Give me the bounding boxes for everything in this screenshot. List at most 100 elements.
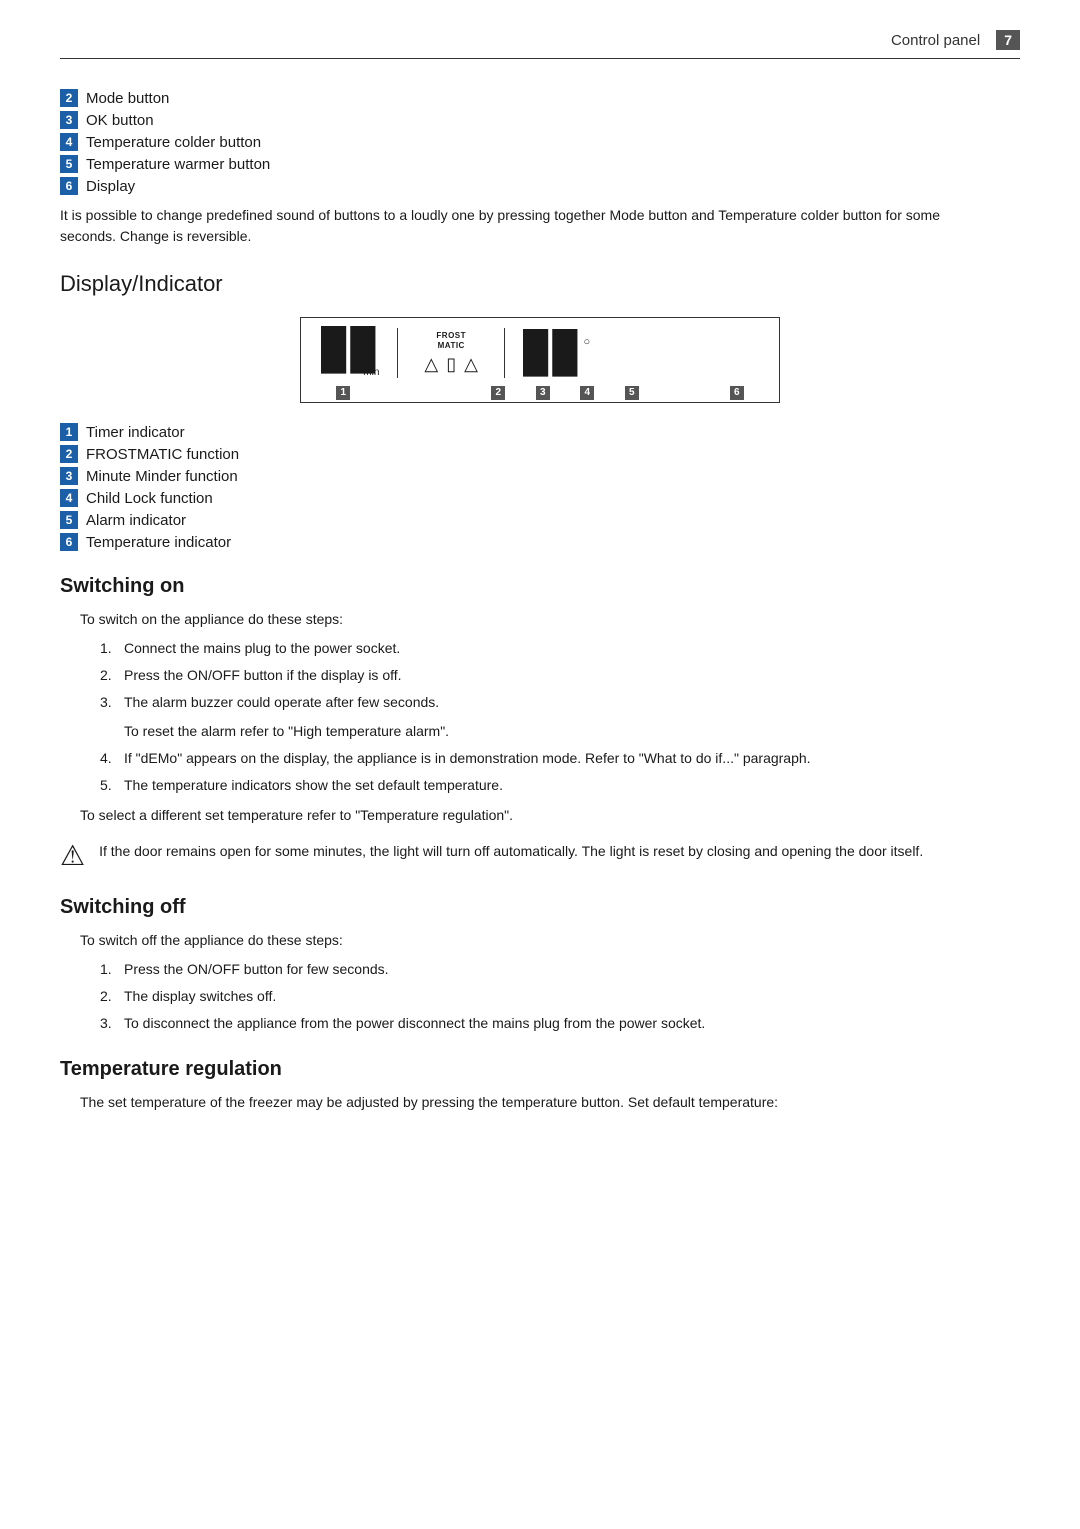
step-text-2: Press the ON/OFF button if the display i… [124,665,402,686]
off-step-num-1: 1. [100,959,124,980]
indicator-item-6: 6 Temperature indicator [60,533,1020,551]
page-header: Control panel 7 [60,30,1020,59]
step-num-5: 5. [100,775,124,796]
indicator-label-5: Alarm indicator [86,512,186,529]
degree-symbol: ○ [583,336,590,348]
badge-2: 2 [60,89,78,107]
badge-3: 3 [60,111,78,129]
indicator-item-5: 5 Alarm indicator [60,511,1020,529]
step-num-2: 2. [100,665,124,686]
list-item: 6 Display [60,177,1020,195]
step-4: 4. If "dEMo" appears on the display, the… [100,748,1020,769]
num-ind-5: 5 [625,386,639,400]
item-label-ok: OK button [86,112,154,129]
list-item: 4 Temperature colder button [60,133,1020,151]
step-3-note: To reset the alarm refer to "High temper… [124,721,1020,742]
switching-off-steps: 1. Press the ON/OFF button for few secon… [100,959,1020,1034]
step-1: 1. Connect the mains plug to the power s… [100,638,1020,659]
indicator-label-2: FROSTMATIC function [86,446,239,463]
display-section-title: Display/Indicator [60,271,1020,297]
indicator-badge-5: 5 [60,511,78,529]
indicator-badge-2: 2 [60,445,78,463]
indicator-item-4: 4 Child Lock function [60,489,1020,507]
off-step-text-2: The display switches off. [124,986,276,1007]
badge-4: 4 [60,133,78,151]
switching-on-steps-cont: 4. If "dEMo" appears on the display, the… [100,748,1020,796]
list-item: 2 Mode button [60,89,1020,107]
display-segment-right: ██ ○ [523,332,590,374]
warning-text: If the door remains open for some minute… [99,841,923,862]
off-step-num-2: 2. [100,986,124,1007]
num-ind-3: 3 [536,386,550,400]
temperature-regulation-text: The set temperature of the freezer may b… [80,1091,1020,1113]
display-indicator-section: Display/Indicator ██ min FROSTMATIC △ ▯ … [60,271,1020,551]
list-item: 5 Temperature warmer button [60,155,1020,173]
indicator-label-4: Child Lock function [86,490,213,507]
off-step-2: 2. The display switches off. [100,986,1020,1007]
warning-box: ⚠ If the door remains open for some minu… [60,841,1020,872]
off-step-text-1: Press the ON/OFF button for few seconds. [124,959,389,980]
indicator-badge-4: 4 [60,489,78,507]
step-2: 2. Press the ON/OFF button if the displa… [100,665,1020,686]
triangle-icon: △ [464,354,478,375]
item-label-mode: Mode button [86,90,169,107]
step-num-1: 1. [100,638,124,659]
switching-on-title: Switching on [60,575,1020,598]
badge-6: 6 [60,177,78,195]
intro-list: 2 Mode button 3 OK button 4 Temperature … [60,89,1020,247]
intro-note: It is possible to change predefined soun… [60,205,960,247]
indicator-label-1: Timer indicator [86,424,185,441]
item-label-warmer: Temperature warmer button [86,156,270,173]
list-item: 3 OK button [60,111,1020,129]
min-label: min [321,367,379,378]
item-label-colder: Temperature colder button [86,134,261,151]
frost-matic-label: FROSTMATIC [436,331,466,350]
indicator-item-3: 3 Minute Minder function [60,467,1020,485]
temperature-regulation-title: Temperature regulation [60,1058,1020,1081]
step-num-3: 3. [100,692,124,713]
off-step-3: 3. To disconnect the appliance from the … [100,1013,1020,1034]
off-step-text-3: To disconnect the appliance from the pow… [124,1013,705,1034]
indicator-item-2: 2 FROSTMATIC function [60,445,1020,463]
switching-off-title: Switching off [60,896,1020,919]
display-box: ██ min FROSTMATIC △ ▯ △ [300,317,780,403]
page-number: 7 [996,30,1020,50]
temperature-regulation-section: Temperature regulation The set temperatu… [60,1058,1020,1113]
lock-icon: ▯ [446,354,456,375]
header-title: Control panel [891,32,980,49]
indicator-badge-1: 1 [60,423,78,441]
switching-on-steps: 1. Connect the mains plug to the power s… [100,638,1020,713]
num-ind-2: 2 [491,386,505,400]
switching-on-intro: To switch on the appliance do these step… [80,608,1020,630]
separator [397,328,398,378]
step-5: 5. The temperature indicators show the s… [100,775,1020,796]
indicator-label-3: Minute Minder function [86,468,238,485]
step-3: 3. The alarm buzzer could operate after … [100,692,1020,713]
segment-display-2: ██ [523,332,581,374]
display-segment-1: ██ min [321,329,379,378]
separator-2 [504,328,505,378]
indicator-list: 1 Timer indicator 2 FROSTMATIC function … [60,423,1020,551]
off-step-num-3: 3. [100,1013,124,1034]
step-text-4: If "dEMo" appears on the display, the ap… [124,748,811,769]
step-text-1: Connect the mains plug to the power sock… [124,638,400,659]
item-label-display: Display [86,178,135,195]
switching-off-section: Switching off To switch off the applianc… [60,896,1020,1034]
num-ind-1: 1 [336,386,350,400]
number-indicators: 1 2 3 4 5 6 [301,386,779,400]
num-ind-4: 4 [580,386,594,400]
num-ind-6: 6 [730,386,744,400]
step-num-4: 4. [100,748,124,769]
bell-icon: △ [424,354,438,375]
badge-5: 5 [60,155,78,173]
display-center: FROSTMATIC △ ▯ △ [424,331,478,375]
display-diagram: ██ min FROSTMATIC △ ▯ △ [60,317,1020,403]
off-step-1: 1. Press the ON/OFF button for few secon… [100,959,1020,980]
indicator-badge-6: 6 [60,533,78,551]
icons-row: △ ▯ △ [424,354,478,375]
switching-on-section: Switching on To switch on the appliance … [60,575,1020,872]
switching-off-intro: To switch off the appliance do these ste… [80,929,1020,951]
step-text-3: The alarm buzzer could operate after few… [124,692,439,713]
indicator-item-1: 1 Timer indicator [60,423,1020,441]
indicator-badge-3: 3 [60,467,78,485]
